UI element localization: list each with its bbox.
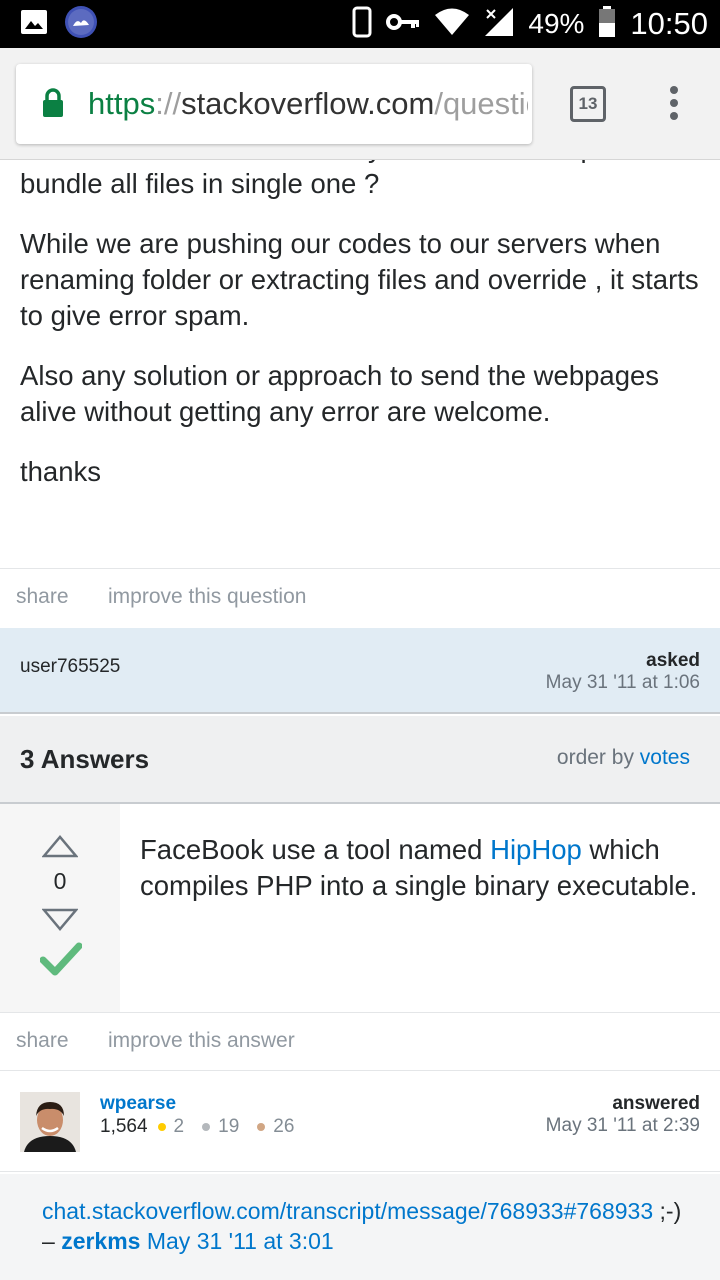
bronze-badges: 26: [257, 1116, 294, 1138]
phone-icon: [352, 6, 372, 43]
gold-badge-count: 2: [173, 1116, 185, 1137]
lock-icon: [42, 88, 64, 123]
reputation: 1,564: [100, 1116, 148, 1137]
silver-badge-icon: [202, 1123, 211, 1131]
url-text[interactable]: https://stackoverflow.com/questions: [88, 84, 528, 124]
cell-signal-icon: [484, 7, 514, 42]
share-question-link[interactable]: share: [16, 585, 69, 609]
downvote-icon[interactable]: [41, 908, 79, 937]
gold-badge-icon: [157, 1123, 166, 1131]
url-separator: ://: [155, 86, 182, 121]
bronze-badge-icon: [257, 1123, 266, 1131]
answered-date: May 31 '11 at 2:39: [545, 1115, 700, 1136]
status-bar: 49% 10:50: [0, 0, 720, 48]
bronze-badge-count: 26: [273, 1116, 295, 1137]
answer-text: FaceBook use a tool named: [140, 834, 491, 865]
address-bar[interactable]: https://stackoverflow.com/questions: [16, 64, 532, 144]
share-answer-link[interactable]: share: [16, 1029, 69, 1053]
question-paragraph: While we are pushing our codes to our se…: [20, 228, 699, 331]
improve-answer-link[interactable]: improve this answer: [108, 1029, 295, 1053]
comment-link[interactable]: chat.stackoverflow.com/transcript/messag…: [42, 1198, 653, 1224]
app-notification-icon: [64, 5, 98, 44]
vpn-key-icon: [386, 12, 420, 37]
accepted-check-icon: [39, 942, 83, 981]
answer: 0 FaceBook use a tool named HipHop which…: [0, 804, 720, 1012]
url-host: stackoverflow.com: [181, 86, 435, 121]
answer-author-name[interactable]: wpearse: [100, 1093, 176, 1115]
answer-actions: share improve this answer: [0, 1012, 720, 1070]
improve-question-link[interactable]: improve this question: [108, 585, 306, 609]
order-by-label: order by: [556, 746, 634, 769]
tab-switcher-button[interactable]: 13: [570, 86, 606, 122]
avatar[interactable]: [20, 1092, 80, 1152]
page-content: coded with PHP . Is there any encoder or…: [0, 160, 720, 1280]
question-body: coded with PHP . Is there any encoder or…: [20, 160, 700, 514]
comment-user[interactable]: zerkms: [61, 1228, 140, 1254]
question-paragraph: Also any solution or approach to send th…: [20, 360, 660, 427]
vote-count: 0: [53, 868, 67, 894]
overflow-menu-icon[interactable]: [664, 86, 684, 124]
silver-badge-count: 19: [218, 1116, 240, 1137]
question-owner-card: user765525 asked May 31 '11 at 1:06: [0, 628, 720, 714]
battery-icon: [598, 5, 616, 43]
clock: 10:50: [630, 6, 708, 41]
order-by-votes-link[interactable]: votes: [640, 746, 690, 769]
gold-badges: 2: [157, 1116, 185, 1138]
answer-body: FaceBook use a tool named HipHop which c…: [140, 832, 700, 904]
upvote-icon[interactable]: [41, 834, 79, 863]
asked-date: May 31 '11 at 1:06: [545, 672, 700, 693]
order-by: order by votes: [557, 746, 690, 770]
answers-count: 3 Answers: [20, 744, 150, 774]
silver-badges: 19: [202, 1116, 239, 1138]
answer-signature: wpearse 1,564 2 19 26 answered May 31 '1…: [0, 1070, 720, 1172]
comment-date[interactable]: May 31 '11 at 3:01: [147, 1228, 334, 1254]
hiphop-link[interactable]: HipHop: [490, 834, 582, 865]
answers-header: 3 Answers order by votes: [0, 716, 720, 804]
url-path: /questions: [434, 86, 528, 121]
url-scheme: https: [88, 86, 156, 121]
question-paragraph: coded with PHP . Is there any encoder or…: [20, 160, 684, 199]
question-actions: share improve this question: [0, 568, 720, 628]
battery-percent: 49%: [528, 8, 585, 39]
answered-label: answered: [612, 1093, 700, 1114]
browser-toolbar: https://stackoverflow.com/questions 13: [0, 48, 720, 160]
question-paragraph: thanks: [20, 456, 102, 487]
author-stats: 1,564 2 19 26: [100, 1116, 312, 1138]
image-icon: [20, 9, 48, 40]
wifi-icon: [434, 8, 470, 41]
asked-label: asked: [646, 650, 700, 671]
question-owner-name[interactable]: user765525: [20, 656, 120, 678]
comment: chat.stackoverflow.com/transcript/messag…: [0, 1174, 720, 1280]
comment-text: chat.stackoverflow.com/transcript/messag…: [42, 1196, 692, 1256]
